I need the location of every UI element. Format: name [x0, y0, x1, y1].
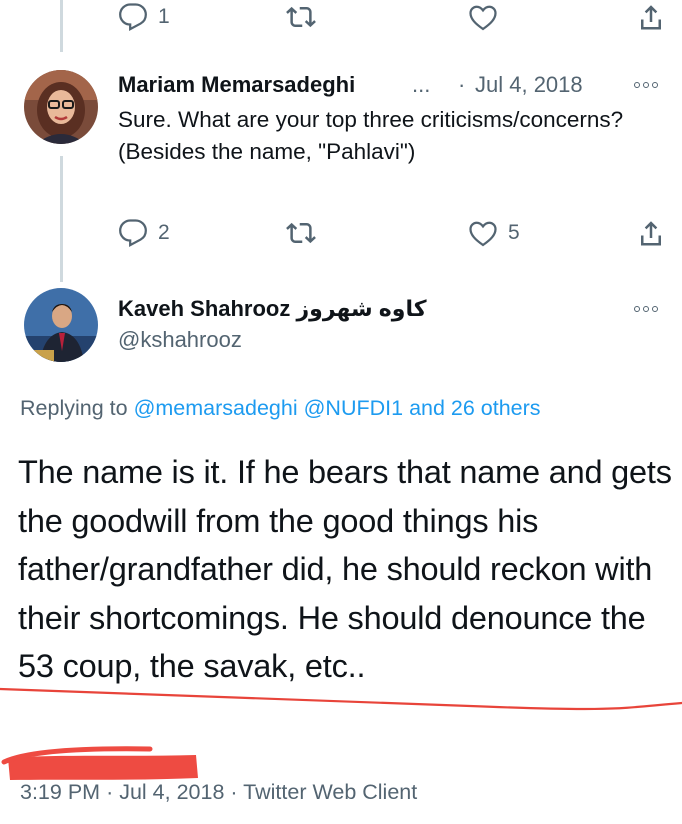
- kaveh-handle[interactable]: @kshahrooz: [118, 327, 242, 353]
- mariam-name[interactable]: Mariam Memarsadeghi: [118, 72, 355, 98]
- mention-memarsadeghi[interactable]: @memarsadeghi: [134, 396, 298, 420]
- tweet-time[interactable]: 3:19 PM: [20, 780, 100, 804]
- mariam-date[interactable]: Jul 4, 2018: [475, 72, 583, 98]
- mention-nufdi1[interactable]: @NUFDI1: [304, 396, 403, 420]
- kaveh-name-persian: کاوه شهروز: [296, 296, 427, 321]
- prev-like-button[interactable]: [468, 2, 498, 32]
- kaveh-avatar[interactable]: [24, 288, 98, 362]
- mariam-tweet-actions: 2 5: [100, 218, 670, 254]
- reply-icon: [119, 3, 147, 32]
- mariam-tweet-text: Sure. What are your top three criticisms…: [118, 107, 624, 164]
- mariam-avatar[interactable]: [24, 70, 98, 144]
- kaveh-name[interactable]: Kaveh Shahrooz کاوه شهروز: [118, 296, 427, 322]
- main-tweet-text: The name is it. If he bears that name an…: [18, 454, 672, 684]
- thread-line-middle: [60, 156, 63, 282]
- mariam-retweet-button[interactable]: [286, 218, 316, 248]
- share-icon: [641, 5, 661, 30]
- replying-prefix: Replying to: [20, 396, 128, 420]
- mariam-share-button[interactable]: [636, 218, 666, 248]
- mariam-like-count: 5: [508, 221, 520, 244]
- reply-icon: [119, 219, 147, 248]
- mariam-more-icon[interactable]: [634, 82, 658, 88]
- prev-retweet-button[interactable]: [286, 2, 316, 32]
- like-icon: [469, 221, 497, 247]
- tweet-footer: 3:19 PM · Jul 4, 2018 · Twitter Web Clie…: [20, 780, 417, 805]
- mariam-reply-button[interactable]: 2: [118, 218, 170, 248]
- mariam-separator: ·: [458, 72, 466, 97]
- mariam-reply-count: 2: [158, 221, 170, 244]
- footer-separator-2: ·: [230, 780, 238, 804]
- mariam-name-truncation: ...: [412, 72, 431, 97]
- kaveh-name-latin: Kaveh Shahrooz: [118, 296, 291, 321]
- mention-others[interactable]: and 26 others: [409, 396, 541, 420]
- mariam-like-button[interactable]: 5: [468, 218, 520, 248]
- replying-to-line: Replying to @memarsadeghi @NUFDI1 and 26…: [20, 396, 541, 421]
- like-icon: [469, 5, 497, 31]
- prev-tweet-actions: 1: [100, 2, 670, 38]
- tweet-client[interactable]: Twitter Web Client: [243, 780, 417, 804]
- tweet-date[interactable]: Jul 4, 2018: [119, 780, 224, 804]
- footer-separator-1: ·: [106, 780, 114, 804]
- prev-share-button[interactable]: [636, 2, 666, 32]
- prev-reply-button[interactable]: 1: [118, 2, 170, 32]
- prev-reply-count: 1: [158, 5, 170, 28]
- thread-line-top: [60, 0, 63, 52]
- kaveh-more-icon[interactable]: [634, 306, 658, 312]
- retweet-icon: [286, 6, 316, 28]
- share-icon: [641, 221, 661, 246]
- retweet-icon: [286, 222, 316, 244]
